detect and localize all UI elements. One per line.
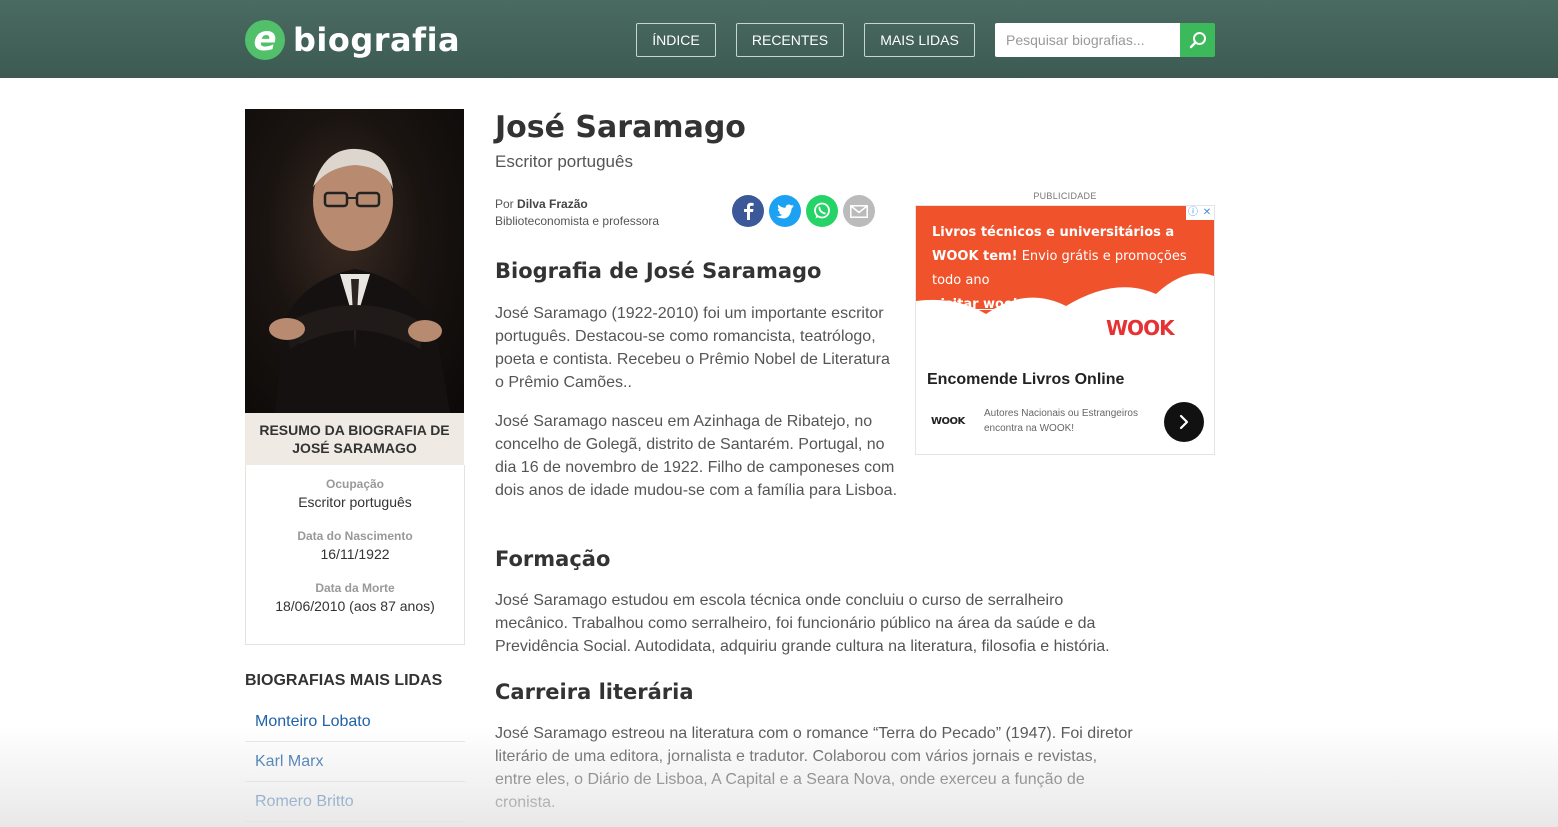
nav-indice-button[interactable]: ÍNDICE (636, 23, 716, 57)
ad-link[interactable]: visitar wook.pt (932, 297, 1042, 312)
article-paragraph: José Saramago (1922-2010) foi um importa… (495, 305, 890, 391)
most-read-link[interactable]: Karl Marx (245, 742, 465, 782)
section-heading-carreira: Carreira literária (495, 680, 694, 704)
article-paragraph: José Saramago nasceu em Azinhaga de Riba… (495, 413, 898, 499)
fact-label: Ocupação (325, 477, 385, 491)
sidebar: RESUMO DA BIOGRAFIA DE JOSÉ SARAMAGO Ocu… (245, 109, 465, 645)
most-read-link[interactable]: Monteiro Lobato (245, 702, 465, 742)
twitter-icon (776, 204, 794, 218)
fact-value: Escritor português (298, 494, 412, 510)
most-read-title: BIOGRAFIAS MAIS LIDAS (245, 672, 443, 689)
page-subtitle: Escritor português (495, 152, 633, 171)
author-prefix: Por (495, 197, 514, 211)
whatsapp-icon (814, 202, 830, 219)
author-byline: Por Dilva Frazão Biblioteconomista e pro… (495, 196, 659, 230)
ad-headline: Livros técnicos e universitários a WOOK … (932, 221, 1202, 317)
ad-close-icon[interactable]: ✕ (1200, 206, 1214, 220)
fact-label: Data do Nascimento (297, 529, 413, 543)
nav-recentes-button[interactable]: RECENTES (736, 23, 844, 57)
nav-mais-lidas-button[interactable]: MAIS LIDAS (864, 23, 975, 57)
ad-title: Encomende Livros Online (927, 371, 1125, 388)
article-paragraph: José Saramago estudou em escola técnica … (495, 592, 1110, 655)
logo-e-icon: e (245, 20, 285, 60)
share-email-button[interactable] (843, 195, 875, 227)
search-button[interactable] (1180, 23, 1215, 57)
author-name[interactable]: Dilva Frazão (517, 197, 588, 211)
share-facebook-button[interactable] (732, 195, 764, 227)
share-whatsapp-button[interactable] (806, 195, 838, 227)
section-heading-biografia: Biografia de José Saramago (495, 259, 822, 283)
summary-title: RESUMO DA BIOGRAFIA DE JOSÉ SARAMAGO (245, 413, 464, 465)
ad-close-controls[interactable]: ⓘ ✕ (1186, 206, 1214, 220)
ad-info-icon[interactable]: ⓘ (1186, 206, 1200, 220)
facebook-icon (744, 202, 754, 220)
email-icon (850, 204, 868, 218)
top-navbar: e biografia ÍNDICE RECENTES MAIS LIDAS (0, 0, 1558, 78)
search-input[interactable] (995, 23, 1180, 57)
ad-hero: Livros técnicos e universitários a WOOK … (916, 206, 1214, 358)
chevron-right-icon (1179, 414, 1189, 430)
portrait-image (269, 148, 450, 413)
article-paragraph: José Saramago estreou na literatura com … (495, 725, 1133, 811)
wook-small-logo: WOOK (931, 416, 965, 427)
summary-facts: Ocupação Escritor português Data do Nasc… (245, 465, 465, 645)
author-photo (245, 109, 464, 413)
share-twitter-button[interactable] (769, 195, 801, 227)
fact-value: 18/06/2010 (aos 87 anos) (275, 598, 435, 614)
fact-value: 16/11/1922 (320, 546, 390, 562)
page-title: José Saramago (495, 110, 746, 145)
most-read-link[interactable]: Romero Britto (245, 782, 465, 822)
section-heading-formacao: Formação (495, 547, 611, 571)
ad-banner[interactable]: Livros técnicos e universitários a WOOK … (915, 205, 1215, 455)
wook-logo: WOOK (1106, 316, 1175, 340)
ad-open-button[interactable] (1164, 402, 1204, 442)
ad-description: Autores Nacionais ou Estrangeiros encont… (984, 408, 1138, 434)
fact-label: Data da Morte (315, 581, 395, 595)
search-icon (1189, 32, 1206, 49)
site-logo[interactable]: e biografia (245, 20, 460, 60)
logo-text: biografia (293, 21, 461, 59)
author-role: Biblioteconomista e professora (495, 214, 660, 228)
ad-label: PUBLICIDADE (1033, 191, 1097, 201)
